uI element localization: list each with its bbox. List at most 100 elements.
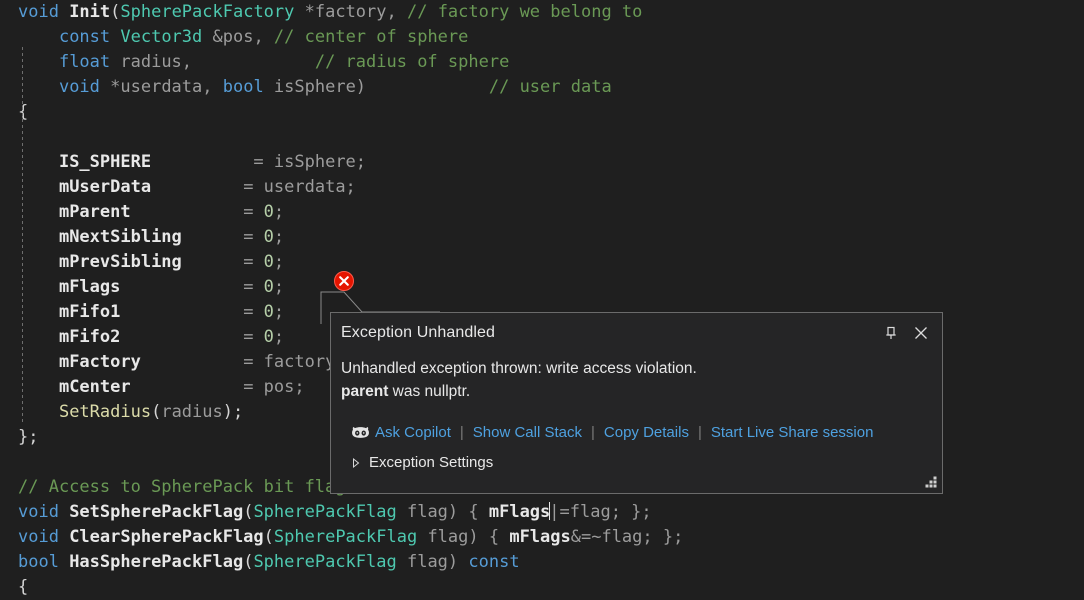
code-line[interactable]: bool HasSpherePackFlag(SpherePackFlag fl… [0, 550, 1084, 575]
dialog-body: Unhandled exception thrown: write access… [331, 353, 942, 471]
code-token: // center of sphere [273, 27, 469, 47]
code-line[interactable]: { [0, 575, 1084, 600]
close-icon[interactable] [906, 318, 936, 348]
code-token: ; [273, 277, 285, 297]
code-token: mFlags [488, 502, 551, 522]
action-separator-2: | [591, 424, 595, 441]
exception-settings-toggle[interactable]: Exception Settings [341, 454, 493, 471]
code-token: // factory we belong to [406, 2, 643, 22]
code-token: |=flag; }; [549, 502, 652, 522]
code-line[interactable]: mParent = 0; [0, 200, 1084, 225]
code-token: userdata; [263, 177, 356, 197]
code-token: pos; [263, 377, 305, 397]
code-token: SpherePackFlag [253, 552, 397, 572]
code-line[interactable]: mUserData = userdata; [0, 175, 1084, 200]
code-line[interactable]: const Vector3d &pos, // center of sphere [0, 25, 1084, 50]
code-token: // radius of sphere [314, 52, 510, 72]
code-token: ; [273, 227, 285, 247]
code-token: 0 [263, 202, 274, 222]
chevron-right-icon [351, 457, 363, 469]
copy-details-link[interactable]: Copy Details [604, 424, 689, 441]
code-token: mNextSibling [58, 227, 182, 247]
code-token: = [151, 152, 274, 172]
exception-variable-name: parent [341, 383, 389, 400]
show-call-stack-link[interactable]: Show Call Stack [473, 424, 582, 441]
code-token: SpherePackFactory [120, 2, 295, 22]
code-editor[interactable]: void Init(SpherePackFactory *factory, //… [0, 0, 1084, 600]
code-token: bool [222, 77, 264, 97]
code-token: SpherePackFlag [253, 502, 397, 522]
exception-settings-label: Exception Settings [369, 454, 494, 471]
code-token: ( [243, 552, 254, 572]
code-token: void [58, 77, 100, 97]
code-token: = [140, 352, 264, 372]
code-token: // Access to SpherePack bit flags. [18, 477, 366, 497]
code-token: 0 [263, 277, 274, 297]
vs-code-editor-window: void Init(SpherePackFactory *factory, //… [0, 0, 1084, 600]
code-line[interactable]: void Init(SpherePackFactory *factory, //… [0, 0, 1084, 25]
code-token: &=~flag; }; [570, 527, 684, 547]
code-line[interactable]: float radius, // radius of sphere [0, 50, 1084, 75]
code-token: mFlags [58, 277, 121, 297]
code-token: ClearSpherePackFlag [69, 527, 264, 547]
code-token: = [120, 327, 264, 347]
code-token: = [181, 227, 264, 247]
dialog-header: Exception Unhandled [331, 313, 942, 353]
code-line[interactable]: { [0, 100, 1084, 125]
code-token: mFifo2 [58, 327, 121, 347]
code-token: float [58, 52, 111, 72]
code-line[interactable]: IS_SPHERE = isSphere; [0, 150, 1084, 175]
code-token: mPrevSibling [58, 252, 182, 272]
exception-message-line-2: parent was nullptr. [341, 380, 942, 403]
code-token: Vector3d [120, 27, 203, 47]
code-token: // user data [488, 77, 612, 97]
code-token: ; [273, 327, 285, 347]
code-line[interactable]: mPrevSibling = 0; [0, 250, 1084, 275]
pin-icon[interactable] [876, 318, 906, 348]
code-token: = [181, 252, 264, 272]
dialog-action-links: Ask Copilot | Show Call Stack | Copy Det… [341, 423, 942, 442]
code-token: isSphere; [273, 152, 367, 172]
code-token: ( [110, 2, 121, 22]
code-token: = [120, 302, 264, 322]
code-token: ; [273, 302, 285, 322]
code-token: flag) { [396, 502, 489, 522]
code-line[interactable]: void *userdata, bool isSphere) // user d… [0, 75, 1084, 100]
code-token: mFactory [58, 352, 141, 372]
code-line[interactable] [0, 125, 1084, 150]
code-token: = [130, 202, 264, 222]
code-line[interactable]: void ClearSpherePackFlag(SpherePackFlag … [0, 525, 1084, 550]
code-line[interactable]: mFlags = 0; [0, 275, 1084, 300]
resize-grip-icon[interactable] [924, 475, 938, 489]
code-token: ( [151, 402, 162, 422]
code-token: radius [161, 402, 223, 422]
code-token: = [130, 377, 264, 397]
code-token: SetRadius [58, 402, 152, 422]
error-circle-x-icon[interactable] [334, 271, 354, 291]
exception-unhandled-dialog: Exception Unhandled Unhandled exception … [330, 312, 943, 494]
code-token: ( [243, 502, 254, 522]
code-token: mUserData [58, 177, 152, 197]
code-token: ); [222, 402, 244, 422]
exception-message-line-1: Unhandled exception thrown: write access… [341, 360, 697, 377]
ask-copilot-link[interactable]: Ask Copilot [375, 424, 451, 441]
code-token: void [18, 2, 70, 22]
code-token: IS_SPHERE [58, 152, 152, 172]
action-separator-1: | [459, 424, 464, 441]
code-token: void [18, 502, 70, 522]
code-token: bool [18, 552, 70, 572]
code-token: ( [263, 527, 274, 547]
code-line[interactable]: void SetSpherePackFlag(SpherePackFlag fl… [0, 500, 1084, 525]
code-token: mParent [58, 202, 131, 222]
code-line[interactable]: mNextSibling = 0; [0, 225, 1084, 250]
start-live-share-session-link[interactable]: Start Live Share session [711, 424, 874, 441]
